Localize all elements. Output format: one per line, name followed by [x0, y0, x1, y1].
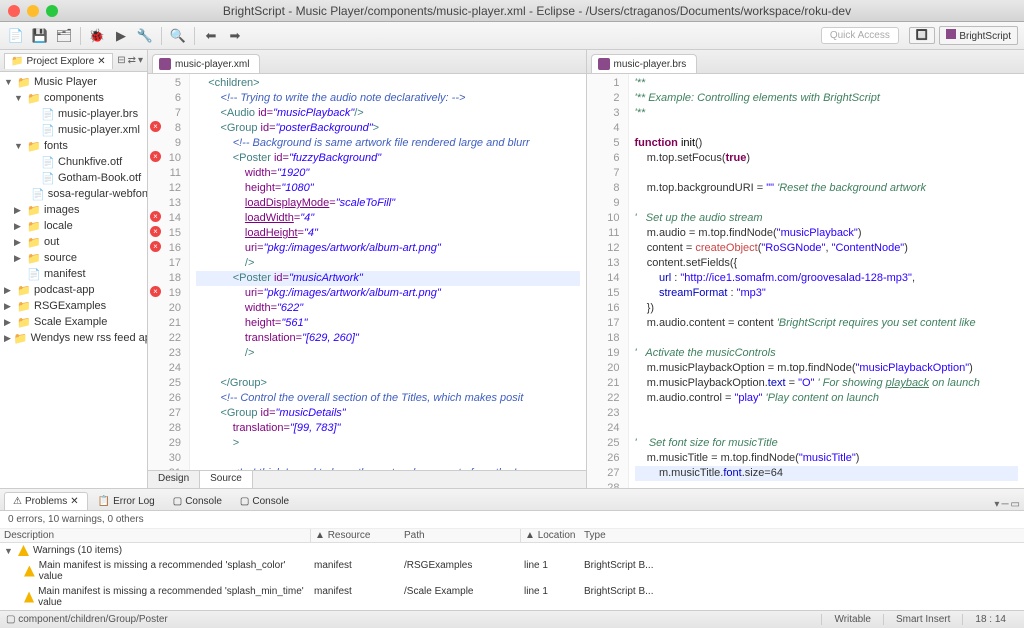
view-menu-icon[interactable]: ▾: [138, 55, 143, 66]
console-tab-2[interactable]: ▢ Console: [232, 493, 297, 510]
editor-left-pane: music-player.xml 567×89×10111213×14×15×1…: [148, 50, 586, 488]
tree-item-fonts[interactable]: ▼📁fonts: [0, 138, 147, 154]
editor-right-pane: music-player.brs 12345678910111213141516…: [587, 50, 1024, 488]
brs-editor[interactable]: 1234567891011121314151617181920212223242…: [587, 74, 1024, 488]
problem-row[interactable]: Main manifest is missing a recommended '…: [0, 558, 1024, 584]
maximize-icon[interactable]: ▭: [1011, 499, 1020, 510]
collapse-all-icon[interactable]: ⊟: [117, 55, 125, 66]
status-insert-mode: Smart Insert: [883, 614, 962, 625]
tree-item-components[interactable]: ▼📁components: [0, 90, 147, 106]
editor-tab-xml[interactable]: music-player.xml: [152, 54, 260, 73]
minimize-window-button[interactable]: [27, 5, 39, 17]
tree-item-source[interactable]: ▶📁source: [0, 250, 147, 266]
main-toolbar: 📄 💾 🗂 🐞 ▶ 🔧 🔍 ⬅ ➡ Quick Access 🔲 BrightS…: [0, 22, 1024, 50]
problems-tab[interactable]: ⚠ Problems ✕: [4, 492, 88, 510]
tree-item-scale-example[interactable]: ▶📁Scale Example: [0, 314, 147, 330]
quick-access-input[interactable]: Quick Access: [821, 27, 899, 44]
open-perspective-button[interactable]: 🔲: [909, 27, 935, 44]
problems-view: ⚠ Problems ✕ 📋 Error Log ▢ Console ▢ Con…: [0, 488, 1024, 610]
xml-file-icon: [159, 58, 171, 70]
tree-item-gotham-book-otf[interactable]: 📄Gotham-Book.otf: [0, 170, 147, 186]
close-window-button[interactable]: [8, 5, 20, 17]
tree-item-sosa-regular-webfont-t[interactable]: 📄sosa-regular-webfont.t: [0, 186, 147, 202]
status-bar: ▢ component/children/Group/Poster Writab…: [0, 610, 1024, 628]
warnings-group[interactable]: ▼Warnings (10 items): [0, 543, 1024, 558]
window-titlebar: BrightScript - Music Player/components/m…: [0, 0, 1024, 22]
col-path[interactable]: Path: [400, 529, 520, 542]
warning-icon: [24, 592, 34, 603]
col-type[interactable]: Type: [580, 529, 670, 542]
project-explorer-view: 📁 Project Explore ✕ ⊟ ⇄ ▾ ▼📁Music Player…: [0, 50, 148, 488]
col-description[interactable]: Description: [0, 529, 310, 542]
window-title: BrightScript - Music Player/components/m…: [58, 4, 1016, 18]
console-tab-1[interactable]: ▢ Console: [165, 493, 230, 510]
debug-icon[interactable]: 🐞: [87, 26, 107, 46]
project-tree[interactable]: ▼📁Music Player▼📁components📄music-player.…: [0, 72, 147, 488]
tree-item-locale[interactable]: ▶📁locale: [0, 218, 147, 234]
problem-row[interactable]: Main manifest is missing a recommended '…: [0, 584, 1024, 610]
save-icon[interactable]: 💾: [30, 26, 50, 46]
save-all-icon[interactable]: 🗂: [54, 26, 74, 46]
external-tools-icon[interactable]: 🔧: [135, 26, 155, 46]
warning-icon: [24, 566, 35, 577]
new-icon[interactable]: 📄: [6, 26, 26, 46]
tree-item-images[interactable]: ▶📁images: [0, 202, 147, 218]
problems-table[interactable]: Description ▲ Resource Path ▲ Location T…: [0, 529, 1024, 610]
tree-item-wendys-new-rss-feed-app[interactable]: ▶📁Wendys new rss feed app: [0, 330, 147, 346]
editor-tab-brs[interactable]: music-player.brs: [591, 54, 698, 73]
design-tab[interactable]: Design: [148, 471, 200, 488]
maximize-window-button[interactable]: [46, 5, 58, 17]
tree-item-podcast-app[interactable]: ▶📁podcast-app: [0, 282, 147, 298]
view-menu-icon[interactable]: ▾: [994, 499, 999, 510]
col-resource[interactable]: ▲ Resource: [310, 529, 400, 542]
project-explorer-tab[interactable]: 📁 Project Explore ✕: [4, 53, 113, 69]
breadcrumb: component/children/Group/Poster: [18, 614, 168, 625]
brs-file-icon: [598, 58, 610, 70]
tree-item-music-player[interactable]: ▼📁Music Player: [0, 74, 147, 90]
back-icon[interactable]: ⬅: [201, 26, 221, 46]
xml-editor[interactable]: 567×89×10111213×14×15×161718×19202122232…: [148, 74, 586, 470]
tree-item-chunkfive-otf[interactable]: 📄Chunkfive.otf: [0, 154, 147, 170]
error-log-tab[interactable]: 📋 Error Log: [90, 493, 163, 510]
link-editor-icon[interactable]: ⇄: [128, 55, 136, 66]
col-location[interactable]: ▲ Location: [520, 529, 580, 542]
minimize-icon[interactable]: ─: [1001, 499, 1008, 510]
tree-item-music-player-xml[interactable]: 📄music-player.xml: [0, 122, 147, 138]
run-icon[interactable]: ▶: [111, 26, 131, 46]
source-tab[interactable]: Source: [200, 471, 253, 488]
status-cursor-position: 18 : 14: [962, 614, 1018, 625]
forward-icon[interactable]: ➡: [225, 26, 245, 46]
tree-item-out[interactable]: ▶📁out: [0, 234, 147, 250]
warning-icon: [18, 545, 29, 556]
search-icon[interactable]: 🔍: [168, 26, 188, 46]
status-writable: Writable: [821, 614, 883, 625]
brightscript-perspective[interactable]: BrightScript: [939, 26, 1018, 45]
tree-item-rsgexamples[interactable]: ▶📁RSGExamples: [0, 298, 147, 314]
problems-summary: 0 errors, 10 warnings, 0 others: [0, 511, 1024, 529]
tree-item-manifest[interactable]: 📄manifest: [0, 266, 147, 282]
tree-item-music-player-brs[interactable]: 📄music-player.brs: [0, 106, 147, 122]
